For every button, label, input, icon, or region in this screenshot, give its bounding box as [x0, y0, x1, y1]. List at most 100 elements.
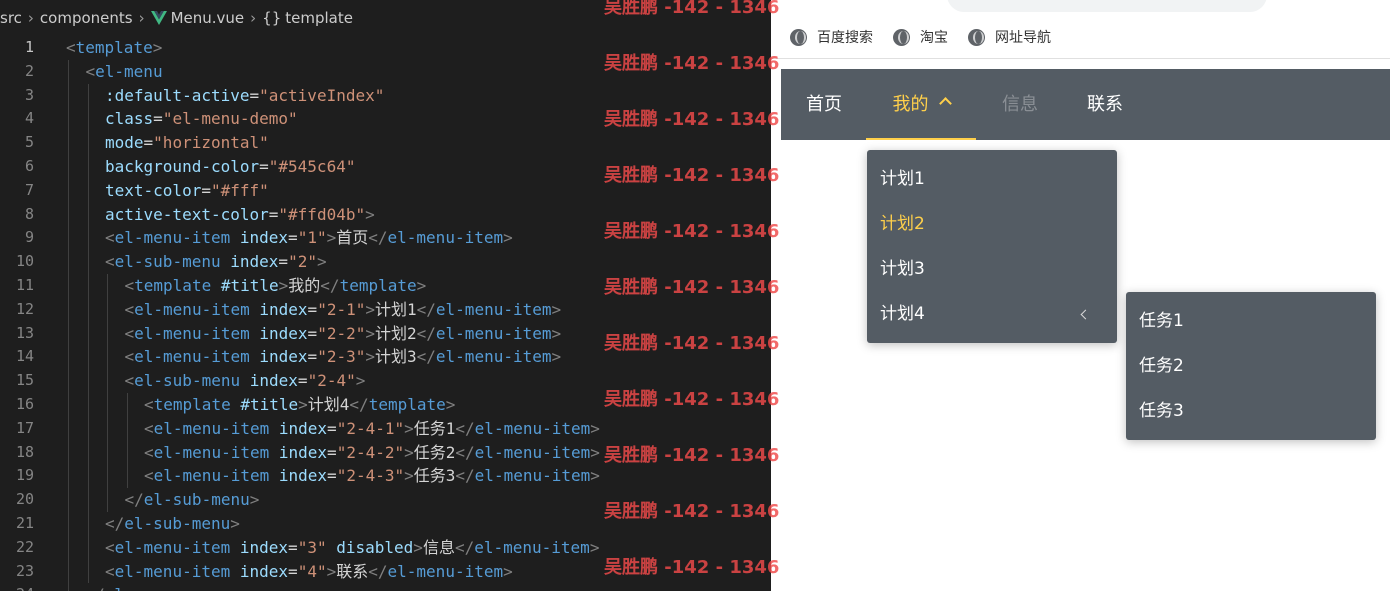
code-token: active-text-color — [105, 204, 269, 224]
breadcrumb-src[interactable]: src — [0, 9, 22, 27]
globe-icon — [968, 28, 985, 46]
submenu-title-mine[interactable]: 我的 — [866, 69, 976, 140]
code-token: > — [365, 204, 375, 224]
breadcrumb-symbol[interactable]: template — [285, 9, 353, 27]
code-token: > — [249, 490, 260, 510]
code-token: < — [124, 299, 135, 319]
code-token: </ — [124, 490, 144, 510]
submenu-item-task3[interactable]: 任务3 — [1126, 389, 1376, 434]
code-token: </ — [368, 561, 388, 581]
watermark-text: 吴胜鹏 -142 - 1346 — [604, 109, 780, 130]
code-token: = — [288, 537, 298, 557]
code-token: el-sub-menu — [134, 371, 241, 391]
globe-icon — [893, 28, 910, 46]
menu-item-home[interactable]: 首页 — [795, 69, 853, 140]
code-token: = — [153, 109, 163, 129]
code-token: < — [85, 61, 96, 81]
watermark-text: 吴胜鹏 -142 - 1346 — [604, 501, 780, 522]
code-token: "2-3" — [317, 347, 366, 367]
submenu-item-plan4[interactable]: 计划4 — [867, 292, 1117, 337]
code-token: 计划4 — [307, 394, 350, 414]
code-token: el-sub-menu — [124, 513, 231, 533]
code-token: = — [307, 347, 318, 367]
code-token: "2-4-1" — [336, 418, 405, 438]
submenu-item-task1[interactable]: 任务1 — [1126, 299, 1376, 344]
code-token: > — [404, 466, 414, 486]
braces-icon: {} — [262, 9, 282, 27]
code-token: > — [230, 513, 240, 533]
code-token: > — [365, 299, 375, 319]
code-token: < — [66, 38, 76, 57]
watermark-text: 吴胜鹏 -142 - 1346 — [604, 389, 780, 410]
code-token: #title — [240, 394, 299, 414]
code-token: > — [445, 394, 456, 414]
address-bar[interactable] — [947, 0, 1267, 12]
code-line: :default-active="activeIndex" — [66, 84, 771, 108]
vue-file-icon — [150, 11, 167, 25]
toolbar-divider — [771, 58, 1390, 59]
code-token: < — [105, 252, 115, 272]
code-token: </ — [454, 537, 475, 557]
bookmark-label: 网址导航 — [995, 30, 1051, 46]
submenu-item-plan3[interactable]: 计划3 — [867, 247, 1117, 292]
breadcrumb-file[interactable]: Menu.vue — [171, 9, 245, 27]
code-token: template — [134, 275, 212, 295]
code-token: el-sub-menu — [143, 490, 250, 510]
watermark-text: 吴胜鹏 -142 - 1346 — [604, 53, 780, 74]
code-token: = — [268, 204, 279, 224]
code-token: = — [307, 299, 318, 319]
line-number: 14 — [15, 347, 34, 366]
watermark-text: 吴胜鹏 -142 - 1346 — [604, 0, 780, 18]
watermark-text: 吴胜鹏 -142 - 1346 — [604, 221, 780, 242]
bookmark-taobao[interactable]: 淘宝 — [893, 27, 948, 47]
code-token: </ — [320, 275, 340, 295]
code-token: 联系 — [336, 561, 369, 581]
watermark-text: 吴胜鹏 -142 - 1346 — [604, 165, 780, 186]
code-token: disabled — [336, 537, 414, 557]
code-token: = — [278, 252, 289, 272]
code-token: "2-2" — [317, 323, 366, 343]
code-token: = — [327, 466, 337, 486]
code-token: < — [105, 537, 115, 557]
code-token: > — [152, 38, 163, 57]
code-token: </ — [416, 299, 436, 319]
watermark-text: 吴胜鹏 -142 - 1346 — [604, 277, 780, 298]
code-token: el-sub-menu — [114, 252, 221, 272]
code-token: </ — [416, 347, 436, 367]
code-token: el-menu-item — [387, 228, 504, 248]
submenu-item-label: 计划4 — [880, 304, 925, 324]
code-token: < — [144, 442, 154, 462]
code-token: > — [589, 537, 600, 557]
code-token: > — [404, 418, 414, 438]
code-token: el-menu-item — [134, 299, 250, 319]
submenu-item-plan1[interactable]: 计划1 — [867, 157, 1117, 202]
bookmark-label: 百度搜索 — [817, 30, 873, 46]
code-token: "2-4" — [307, 371, 356, 391]
code-token: = — [297, 371, 308, 391]
bookmark-baidu[interactable]: 百度搜索 — [790, 27, 873, 47]
code-token: </ — [455, 418, 475, 438]
code-token: 任务2 — [413, 442, 456, 462]
breadcrumb-components[interactable]: components — [40, 9, 133, 27]
code-line: <el-menu-item index="2-1">计划1</el-menu-i… — [66, 298, 771, 322]
code-token: background-color — [105, 156, 260, 176]
code-token: mode — [105, 133, 144, 153]
code-token: > — [298, 394, 308, 414]
submenu-item-plan2[interactable]: 计划2 — [867, 202, 1117, 247]
code-line: <el-sub-menu index="2"> — [66, 250, 771, 274]
code-token: = — [249, 85, 260, 105]
submenu-item-task2[interactable]: 任务2 — [1126, 344, 1376, 389]
line-number: 19 — [15, 466, 34, 485]
code-token: index — [239, 561, 289, 581]
menu-item-contact[interactable]: 联系 — [1076, 69, 1134, 140]
bookmark-hao123[interactable]: 网址导航 — [968, 27, 1051, 47]
code-token: = — [327, 418, 337, 438]
code-line: </el-menu — [66, 583, 771, 591]
code-token: index — [278, 442, 328, 462]
